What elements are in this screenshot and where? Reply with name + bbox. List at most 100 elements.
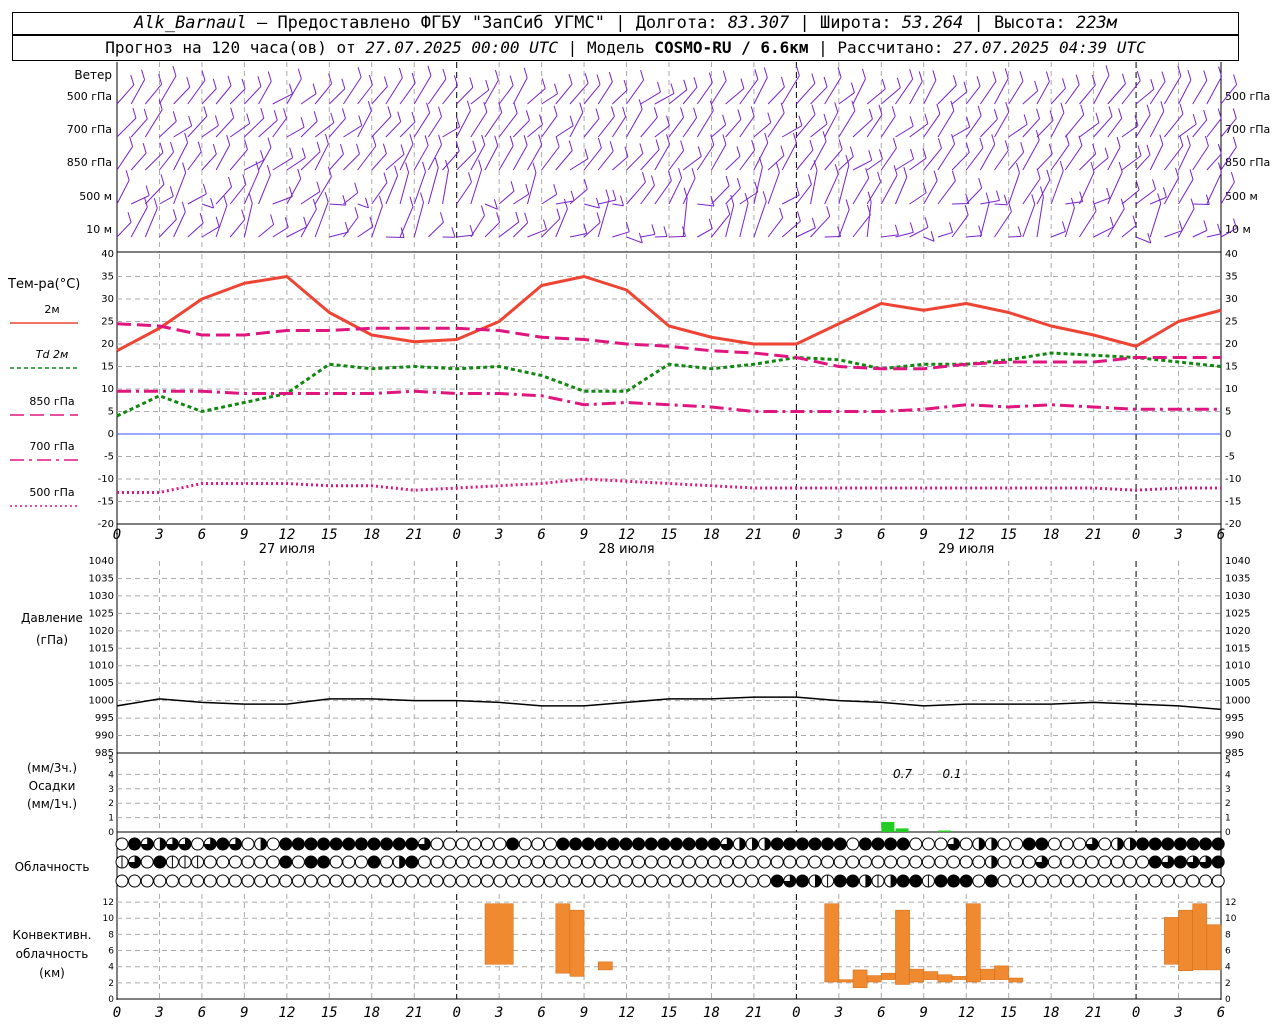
wind-barb-staff [555, 83, 573, 105]
conv-x-tick-label: 0 [792, 1005, 800, 1021]
wind-barb-staff [880, 115, 896, 138]
temp-tick-label-left: 30 [101, 294, 114, 305]
wind-barb-staff [527, 88, 546, 105]
cloud-cover-symbol [1199, 874, 1213, 888]
cloud-cover-symbol [367, 874, 381, 888]
cloud-cover-symbol [115, 837, 129, 851]
pres-tick-label-right: 1005 [1225, 678, 1250, 689]
wind-barb-staff [1008, 172, 1020, 205]
cloud-cover-half [1117, 838, 1124, 850]
wind-barb-feather [1062, 78, 1066, 89]
wind-barb-staff [413, 75, 432, 105]
wind-barb-staff [343, 216, 359, 238]
wind-barb-staff [824, 235, 841, 238]
wind-barb-feather [214, 115, 219, 126]
cloud-cover-symbol [846, 874, 860, 888]
wind-barb-feather [924, 113, 929, 124]
wind-barb-feather [424, 135, 429, 146]
cloud-cover-symbol [682, 874, 696, 888]
wind-barb-feather [266, 164, 271, 176]
wind-barb-staff [781, 125, 803, 138]
wind-barb-feather [1003, 194, 1008, 206]
cloud-cover-symbol [506, 855, 520, 869]
wind-barb-staff [569, 82, 589, 105]
wind-barb-feather [400, 144, 405, 155]
wind-barb-feather [779, 207, 784, 218]
wind-barb-staff [1036, 81, 1050, 105]
temp-x-tick-label: 0 [452, 527, 460, 543]
pres-panel-title: Давление [21, 611, 83, 625]
wind-barb-feather [223, 195, 228, 206]
cloud-cover-symbol [367, 855, 381, 869]
wind-barb-feather [472, 140, 477, 151]
wind-barb-staff [371, 86, 388, 105]
wind-level-label-left: 500 м [79, 190, 112, 203]
prec-tick-label-left: 0 [108, 828, 114, 838]
meteogram-chart: Ветер 500 гПа 500 гПа 700 гПа 700 гПа 850 гПа… [7, 62, 1270, 1021]
wind-barb-feather [650, 175, 655, 186]
temp-tick-label-right: -15 [1225, 497, 1241, 508]
wind-barb-staff [668, 150, 685, 171]
cloud-cover-symbol [291, 837, 305, 851]
wind-barb-feather [197, 141, 202, 152]
wind-barb-feather [1034, 80, 1039, 92]
wind-barb-staff [753, 142, 769, 171]
cloud-cover-symbol [531, 855, 545, 869]
temp-x-tick-label: 9 [580, 527, 588, 543]
prec-tick-label-right: 5 [1225, 756, 1231, 766]
temp-tick-label-left: 5 [108, 407, 114, 418]
wind-barb-staff [880, 174, 898, 205]
conv-cloud-bar [569, 909, 585, 977]
wind-barb-staff [838, 209, 850, 238]
wind-barb-staff [796, 149, 814, 171]
wind-barb-staff [427, 78, 447, 105]
wind-barb-staff [116, 221, 132, 238]
wind-barb-staff [640, 117, 658, 138]
wind-barb-staff [385, 175, 399, 205]
cloud-cover-symbol [657, 855, 671, 869]
wind-barb-feather [169, 186, 174, 197]
cloud-cover-symbol [468, 837, 482, 851]
wind-barb-staff [470, 111, 488, 138]
conv-x-tick-label: 6 [1217, 1005, 1225, 1021]
temp-tick-label-left: -5 [104, 452, 114, 463]
cloud-cover-symbol [682, 855, 696, 869]
wind-barb-staff [116, 84, 135, 105]
cloud-cover-symbol [1148, 874, 1162, 888]
cloud-cover-symbol [619, 874, 633, 888]
wind-barb-staff [711, 144, 727, 171]
temp-tick-label-left: 20 [101, 339, 114, 350]
wind-barb-feather [977, 105, 982, 116]
wind-barb-staff [626, 236, 643, 244]
conv-x-tick-label: 15 [321, 1005, 338, 1021]
wind-barb-staff [838, 164, 850, 205]
prec-tick-label-right: 1 [1225, 814, 1231, 824]
cloud-cover-symbol [682, 837, 696, 851]
wind-barb-feather [153, 198, 158, 209]
wind-barb-feather [1078, 135, 1083, 146]
wind-barb-feather [1203, 220, 1208, 231]
cloud-cover-symbol [707, 874, 721, 888]
wind-barb-staff [385, 121, 402, 138]
wind-barb-staff [697, 228, 713, 238]
cloud-cover-symbol [1022, 874, 1036, 888]
cloud-cover-symbol [317, 874, 331, 888]
cloud-cover-symbol [279, 855, 293, 869]
cloud-cover-symbol [1035, 837, 1049, 851]
cloud-cover-symbol [380, 837, 394, 851]
cloud-cover-symbol [1010, 874, 1024, 888]
date-label: 28 июля [598, 542, 654, 557]
wind-barb-staff [1149, 203, 1162, 238]
wind-barb-feather [754, 69, 759, 80]
conv-x-tick-label: 9 [920, 1005, 928, 1021]
wind-barb-feather [246, 113, 251, 124]
wind-barb-feather [243, 139, 248, 150]
temp-legend-label: Td 2м [36, 348, 69, 361]
wind-barb-staff [696, 110, 714, 138]
cloud-cover-symbol [279, 837, 293, 851]
cloud-cover-symbol [808, 837, 822, 851]
wind-barb-feather [556, 208, 561, 219]
wind-barb-staff [1050, 112, 1065, 138]
wind-barb-staff [810, 86, 828, 105]
wind-barb-feather [132, 108, 137, 119]
